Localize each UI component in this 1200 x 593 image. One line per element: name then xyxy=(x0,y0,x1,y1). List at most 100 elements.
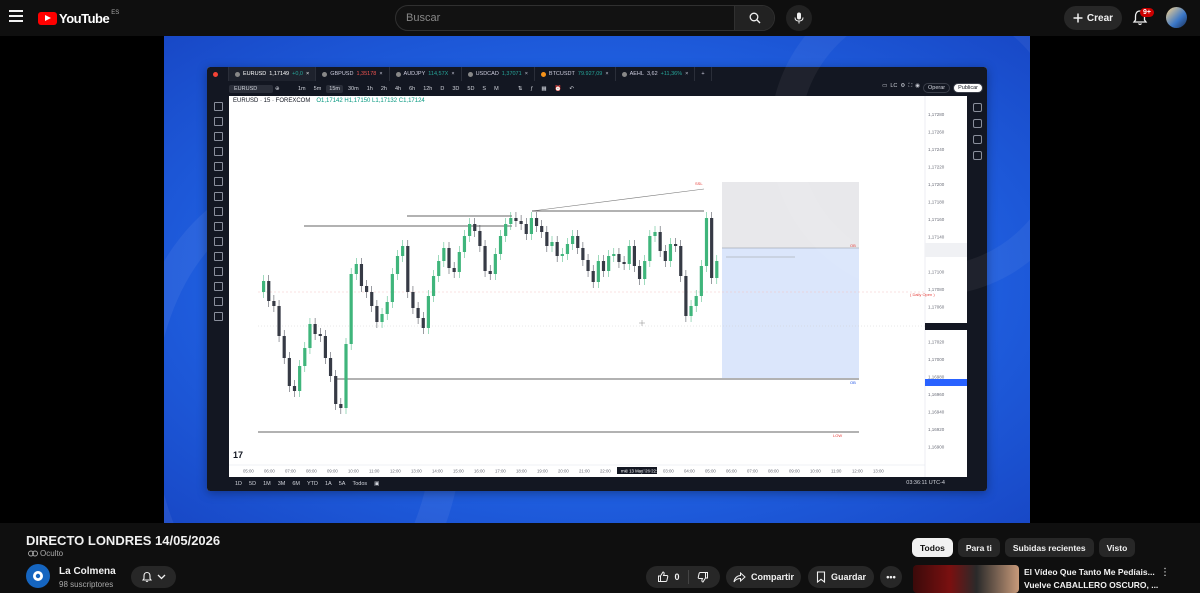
watchlist-icon[interactable] xyxy=(972,103,982,112)
fib-icon[interactable] xyxy=(213,132,223,141)
range-todos[interactable]: Todos xyxy=(352,481,367,487)
menu-icon[interactable] xyxy=(9,10,23,22)
lc-button[interactable]: LC xyxy=(890,83,897,93)
symbol-search[interactable]: EURUSD xyxy=(229,84,273,93)
timeframe-1h[interactable]: 1h xyxy=(364,85,376,93)
publicar-button[interactable]: Publicar xyxy=(953,83,983,93)
timeframe-s[interactable]: S xyxy=(479,85,489,93)
close-icon[interactable]: × xyxy=(525,71,528,77)
new-tab-button[interactable]: + xyxy=(695,67,712,81)
chip-visto[interactable]: Visto xyxy=(1098,538,1136,557)
range-3m[interactable]: 3M xyxy=(278,481,286,487)
tab-btcusdt[interactable]: BTCUSDT 79.927,09 × xyxy=(535,67,616,81)
layers-icon[interactable] xyxy=(972,135,982,144)
brush-icon[interactable] xyxy=(213,177,223,186)
range-5a[interactable]: 5A xyxy=(339,481,346,487)
chat-icon[interactable] xyxy=(972,151,982,160)
voice-search-button[interactable] xyxy=(786,5,812,31)
trash-icon[interactable] xyxy=(213,312,223,321)
recommended-video-thumbnail[interactable] xyxy=(913,565,1019,593)
fullscreen-icon[interactable]: ⛶ xyxy=(908,83,912,93)
trend-line-icon[interactable] xyxy=(213,117,223,126)
globe-icon[interactable] xyxy=(213,297,223,306)
operar-button[interactable]: Operar xyxy=(923,83,951,93)
more-actions-button[interactable]: ••• xyxy=(880,566,902,588)
price-tick-label: 1,17120 xyxy=(928,252,945,257)
tab-audjpy[interactable]: AUDJPY 114,57X × xyxy=(390,67,462,81)
youtube-logo[interactable]: YouTube ES xyxy=(38,10,119,26)
timeframe-m[interactable]: M xyxy=(491,85,502,93)
channel-name[interactable]: La Colmena xyxy=(59,566,116,577)
save-button[interactable]: Guardar xyxy=(808,566,874,588)
recommended-more-icon[interactable]: ⋮ xyxy=(1160,567,1170,578)
candle-type-icon[interactable]: ⇅ xyxy=(518,86,523,92)
magnet-icon[interactable] xyxy=(213,252,223,261)
pattern-icon[interactable] xyxy=(213,147,223,156)
close-icon[interactable]: × xyxy=(685,71,688,77)
dislike-icon[interactable] xyxy=(697,571,709,583)
price-tick-label: 1,17060 xyxy=(928,305,945,310)
close-icon[interactable]: × xyxy=(379,71,382,77)
timeframe-3d[interactable]: 3D xyxy=(449,85,462,93)
range-5d[interactable]: 5D xyxy=(249,481,256,487)
candle-body xyxy=(586,260,590,271)
snapshot-icon[interactable]: ◉ xyxy=(915,83,920,93)
range-1d[interactable]: 1D xyxy=(235,481,242,487)
close-icon[interactable]: × xyxy=(605,71,608,77)
subscription-button[interactable] xyxy=(131,566,176,588)
timeframe-5m[interactable]: 5m xyxy=(311,85,325,93)
replay-icon[interactable]: ↶ xyxy=(569,86,574,92)
price-chart[interactable]: 1,17280 1,17260 1,17240 1,17220 1,17200 1,171… xyxy=(229,96,967,477)
add-symbol-icon[interactable]: ⊕ xyxy=(275,86,293,92)
date-range-icon[interactable]: ▣ xyxy=(374,481,379,487)
indicators-icon[interactable]: ƒ xyxy=(530,86,533,92)
timeframe-12h[interactable]: 12h xyxy=(420,85,435,93)
alert-icon[interactable]: ⏰ xyxy=(555,86,562,92)
lock-icon[interactable] xyxy=(213,267,223,276)
video-player[interactable]: EURUSD 1,17149 +0,0 × GBPUSD 1,35178 × A… xyxy=(0,36,1200,523)
search-button[interactable] xyxy=(734,6,774,30)
layout-icon[interactable]: ▦ xyxy=(541,86,546,92)
ruler-icon[interactable] xyxy=(213,222,223,231)
timeframe-30m[interactable]: 30m xyxy=(345,85,362,93)
chip-todos[interactable]: Todos xyxy=(912,538,953,557)
price-tick-label: 1,16980 xyxy=(928,375,945,380)
timeframe-5d[interactable]: 5D xyxy=(464,85,477,93)
chip-subidas-recientes[interactable]: Subidas recientes xyxy=(1004,538,1094,557)
timeframe-4h[interactable]: 4h xyxy=(392,85,404,93)
chart-canvas[interactable]: 1,17280 1,17260 1,17240 1,17220 1,17200 1,171… xyxy=(229,96,967,477)
tab-gbpusd[interactable]: GBPUSD 1,35178 × xyxy=(316,67,390,81)
tab-eurusd[interactable]: EURUSD 1,17149 +0,0 × xyxy=(229,67,317,81)
eye-icon[interactable] xyxy=(213,282,223,291)
create-button[interactable]: Crear xyxy=(1064,6,1122,30)
timeframe-d[interactable]: D xyxy=(437,85,447,93)
range-1m[interactable]: 1M xyxy=(263,481,271,487)
settings-icon[interactable]: ⚙ xyxy=(900,83,905,93)
video-frame[interactable]: EURUSD 1,17149 +0,0 × GBPUSD 1,35178 × A… xyxy=(164,36,1030,523)
tab-usdcad[interactable]: USDCAD 1,37071 × xyxy=(462,67,535,81)
zoom-icon[interactable] xyxy=(213,237,223,246)
close-icon[interactable]: × xyxy=(306,71,309,77)
search-input[interactable] xyxy=(406,10,726,26)
layout-grid-icon[interactable]: ▭ xyxy=(882,83,887,93)
projection-icon[interactable] xyxy=(213,162,223,171)
range-ytd[interactable]: YTD xyxy=(307,481,318,487)
timeframe-6h[interactable]: 6h xyxy=(406,85,418,93)
close-icon[interactable]: × xyxy=(451,71,454,77)
timeframe-2h[interactable]: 2h xyxy=(378,85,390,93)
alerts-clock-icon[interactable] xyxy=(972,119,982,128)
tab-aehl[interactable]: AEHL 3,62 +11,36% × xyxy=(616,67,696,81)
heart-icon[interactable] xyxy=(213,207,223,216)
crosshair-icon[interactable] xyxy=(213,102,223,111)
recommended-video-title[interactable]: El Vídeo Que Tanto Me Pedíais... Vuelve … xyxy=(1024,566,1158,592)
chip-para-ti[interactable]: Para ti xyxy=(957,538,1000,557)
like-icon[interactable] xyxy=(657,571,669,583)
range-6m[interactable]: 6M xyxy=(292,481,300,487)
account-avatar[interactable] xyxy=(1166,7,1187,28)
text-icon[interactable] xyxy=(213,192,223,201)
timeframe-15m[interactable]: 15m xyxy=(326,84,343,93)
timeframe-1m[interactable]: 1m xyxy=(295,85,309,93)
channel-avatar[interactable] xyxy=(26,564,50,588)
range-1a[interactable]: 1A xyxy=(325,481,332,487)
share-button[interactable]: Compartir xyxy=(726,566,801,588)
